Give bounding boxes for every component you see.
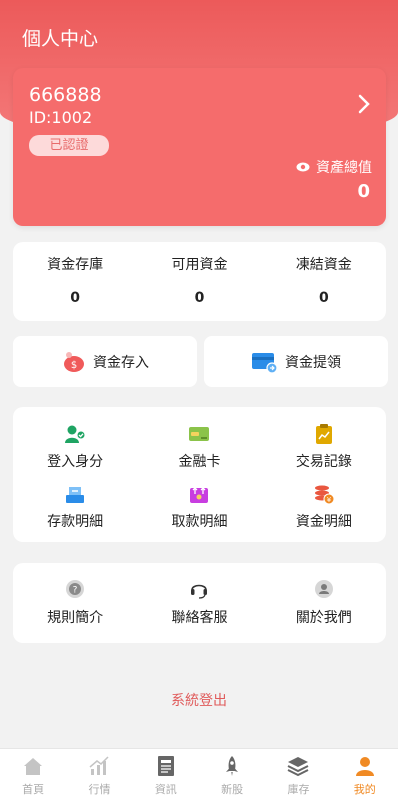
piggy-bank-icon: $ <box>64 351 84 372</box>
card-withdraw-icon <box>252 352 278 374</box>
info-menu: ? 規則簡介 聯絡客服 關於我們 <box>13 563 386 643</box>
deposit-tray-icon <box>66 487 85 503</box>
fund-deposit: 資金存庫 0 <box>13 242 137 321</box>
assets-value: 0 <box>357 181 370 202</box>
tab-news[interactable]: 資訊 <box>133 749 199 798</box>
fund-available: 可用資金 0 <box>137 242 261 321</box>
account-card[interactable]: 666888 ID:1002 已認證 資產總值 0 <box>13 68 386 226</box>
assets-label: 資產總值 <box>316 160 372 176</box>
tab-label: 我的 <box>353 783 376 796</box>
tab-inventory[interactable]: 庫存 <box>265 749 331 798</box>
menu-label: 取款明細 <box>171 514 228 530</box>
menu-deposit-details[interactable]: 存款明細 <box>13 477 137 537</box>
fund-label: 資金存庫 <box>47 257 104 273</box>
fund-value: 0 <box>70 290 81 306</box>
info-rules[interactable]: ? 規則簡介 <box>13 563 137 643</box>
eye-icon[interactable] <box>296 162 310 172</box>
menu-label: 金融卡 <box>178 454 221 470</box>
home-icon <box>24 758 43 775</box>
tab-home[interactable]: 首頁 <box>0 749 66 798</box>
tab-label: 資訊 <box>154 783 177 796</box>
user-verified-icon <box>65 425 86 443</box>
info-contact-support[interactable]: 聯絡客服 <box>137 563 261 643</box>
svg-text:?: ? <box>73 586 78 596</box>
tab-mine[interactable]: 我的 <box>332 749 398 798</box>
fund-value: 0 <box>194 290 205 306</box>
menu-label: 資金明細 <box>295 514 352 530</box>
deposit-button[interactable]: $ 資金存入 <box>13 336 197 387</box>
info-label: 規則簡介 <box>47 610 104 626</box>
layers-icon <box>288 757 309 777</box>
headset-icon <box>191 584 208 599</box>
svg-text:$: $ <box>71 360 77 371</box>
deposit-label: 資金存入 <box>93 354 149 371</box>
svg-text:¥: ¥ <box>327 496 332 504</box>
news-icon <box>157 756 174 776</box>
about-user-icon <box>314 580 333 598</box>
logout-button[interactable]: 系統登出 <box>0 690 398 710</box>
menu-label: 登入身分 <box>47 454 104 470</box>
info-label: 聯絡客服 <box>171 610 228 626</box>
feature-menu: 登入身分 金融卡 交易記錄 存款明細 取款明細 ¥ 資金明細 <box>13 407 386 542</box>
menu-label: 存款明細 <box>47 514 104 530</box>
tab-label: 首頁 <box>22 783 45 796</box>
fund-label: 可用資金 <box>171 257 228 273</box>
bottom-tab-bar: 首頁 行情 資訊 新股 庫存 我的 <box>0 748 398 798</box>
info-about-us[interactable]: 關於我們 <box>262 563 386 643</box>
menu-login-identity[interactable]: 登入身分 <box>13 417 137 477</box>
assets-row: 資產總值 <box>296 157 372 177</box>
coins-stack-icon: ¥ <box>314 485 335 505</box>
profile-icon <box>355 757 374 776</box>
account-id: ID:1002 <box>29 108 93 127</box>
tab-label: 行情 <box>88 783 111 796</box>
tab-market[interactable]: 行情 <box>66 749 132 798</box>
funds-summary: 資金存庫 0 可用資金 0 凍結資金 0 <box>13 242 386 321</box>
fund-frozen: 凍結資金 0 <box>262 242 386 321</box>
withdraw-box-icon <box>190 487 209 503</box>
withdraw-button[interactable]: 資金提領 <box>204 336 388 387</box>
tab-label: 庫存 <box>287 783 310 796</box>
chevron-right-icon[interactable] <box>358 94 370 114</box>
menu-label: 交易記錄 <box>295 454 352 470</box>
withdraw-label: 資金提領 <box>285 354 341 371</box>
menu-withdrawal-details[interactable]: 取款明細 <box>137 477 261 537</box>
tab-ipo[interactable]: 新股 <box>199 749 265 798</box>
account-name: 666888 <box>29 84 102 106</box>
page-title: 個人中心 <box>22 28 99 50</box>
clipboard-chart-icon <box>315 424 332 444</box>
menu-fund-details[interactable]: ¥ 資金明細 <box>262 477 386 537</box>
rocket-icon <box>226 756 239 776</box>
fund-label: 凍結資金 <box>295 257 352 273</box>
info-label: 關於我們 <box>295 610 352 626</box>
bank-card-icon <box>189 427 210 441</box>
question-icon: ? <box>66 580 85 598</box>
menu-transaction-records[interactable]: 交易記錄 <box>262 417 386 477</box>
menu-bank-card[interactable]: 金融卡 <box>137 417 261 477</box>
chart-icon <box>89 756 110 775</box>
verified-badge: 已認證 <box>29 135 109 156</box>
fund-value: 0 <box>318 290 329 306</box>
tab-label: 新股 <box>221 783 244 796</box>
